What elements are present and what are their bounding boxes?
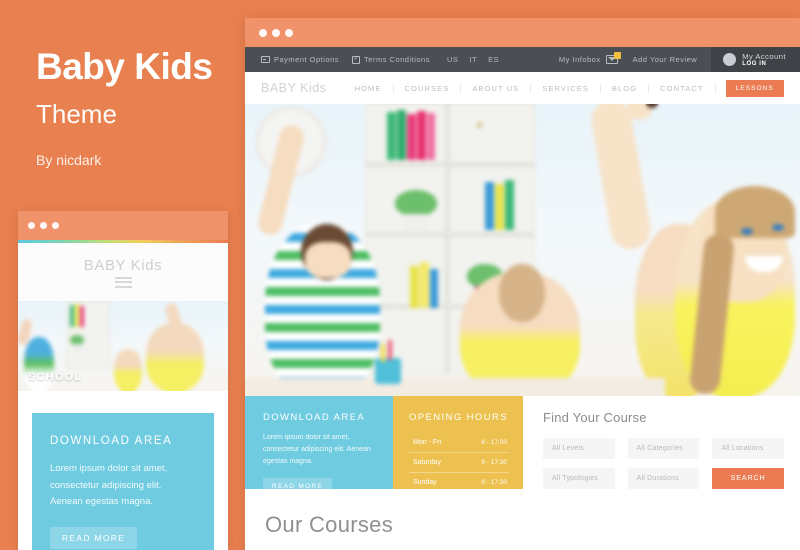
desktop-hero-photo — [245, 104, 800, 396]
utility-bar-right: My Infobox Add Your Review My Account LO… — [559, 47, 800, 72]
main-navigation: BABY Kids HOME COURSES ABOUT US SERVICES… — [245, 72, 800, 104]
hours-time: 8 - 17:00 — [481, 439, 507, 446]
mobile-logo[interactable]: BABY Kids — [84, 257, 163, 274]
locations-select[interactable]: All Locations — [712, 438, 784, 459]
hours-day: Saturday — [413, 459, 442, 466]
hours-time: 9 - 17:30 — [481, 479, 507, 486]
find-course-panel: Find Your Course All Levels All Categori… — [523, 396, 800, 489]
mobile-spacer — [18, 391, 228, 413]
levels-select[interactable]: All Levels — [543, 438, 615, 459]
credit-card-icon — [261, 56, 270, 63]
account-name-label: My Account — [742, 51, 786, 61]
desktop-titlebar — [245, 18, 800, 47]
maximize-dot-icon[interactable] — [285, 29, 293, 37]
minimize-dot-icon[interactable] — [272, 29, 280, 37]
terms-conditions-label: Terms Conditions — [364, 55, 430, 64]
mobile-preview-window: BABY Kids SCHOOL DOWNLOAD AREA Lorem ips… — [18, 211, 228, 550]
utility-bar-left: Payment Options Terms Conditions US IT E… — [261, 54, 499, 64]
logo-primary: BABY — [261, 81, 297, 95]
promo-subtitle: Theme — [36, 98, 117, 129]
durations-select[interactable]: All Durations — [627, 468, 700, 489]
find-course-form: All Levels All Categories All Locations … — [543, 438, 784, 489]
nav-item-home[interactable]: HOME — [344, 84, 393, 93]
payment-options-label: Payment Options — [274, 55, 340, 64]
promo-author: By nicdark — [36, 151, 102, 168]
hours-day: Mon - Fri — [413, 439, 441, 446]
mobile-titlebar — [18, 211, 228, 240]
close-dot-icon[interactable] — [28, 222, 35, 229]
desktop-window-controls[interactable] — [259, 29, 293, 37]
lang-es[interactable]: ES — [488, 55, 499, 64]
hamburger-menu-icon[interactable] — [114, 276, 132, 288]
mobile-download-text: Lorem ipsum dolor sit amet, consectetur … — [50, 463, 168, 508]
payment-options-link[interactable]: Payment Options — [261, 55, 339, 64]
mobile-download-title: DOWNLOAD AREA — [50, 435, 173, 447]
mobile-hero-photo: SCHOOL — [18, 301, 228, 391]
nav-menu: HOME COURSES ABOUT US SERVICES BLOG CONT… — [344, 79, 784, 97]
lang-us[interactable]: US — [447, 55, 458, 64]
hours-row: Mon - Fri 8 - 17:00 — [409, 433, 509, 453]
login-label: LOG IN — [742, 61, 767, 68]
desktop-preview-window: Payment Options Terms Conditions US IT E… — [245, 18, 800, 550]
mobile-download-area-card: DOWNLOAD AREA Lorem ipsum dolor sit amet… — [32, 413, 214, 550]
download-area-card: DOWNLOAD AREA Lorem ipsum dolor sit amet… — [245, 396, 393, 495]
download-title: DOWNLOAD AREA — [263, 412, 366, 423]
hours-day: Sunday — [413, 479, 437, 486]
maximize-dot-icon[interactable] — [52, 222, 59, 229]
nav-item-about-us[interactable]: ABOUT US — [461, 84, 530, 93]
categories-select[interactable]: All Categories — [627, 438, 700, 459]
info-row: DOWNLOAD AREA Lorem ipsum dolor sit amet… — [245, 396, 800, 495]
minimize-dot-icon[interactable] — [40, 222, 47, 229]
close-dot-icon[interactable] — [259, 29, 267, 37]
opening-hours-title: OPENING HOURS — [409, 412, 508, 423]
hours-row: Saturday 9 - 17:30 — [409, 453, 509, 473]
nav-item-contact[interactable]: CONTACT — [649, 84, 714, 93]
search-button[interactable]: SEARCH — [712, 468, 784, 489]
find-course-title: Find Your Course — [543, 410, 647, 425]
nav-item-services[interactable]: SERVICES — [531, 84, 600, 93]
download-read-more-button[interactable]: READ MORE — [263, 477, 333, 495]
mobile-window-controls[interactable] — [28, 222, 59, 229]
lessons-button[interactable]: LESSONS — [725, 79, 784, 97]
mail-icon — [605, 52, 621, 64]
typologies-select[interactable]: All Typologies — [543, 468, 615, 489]
language-switcher: US IT ES — [447, 55, 499, 64]
mobile-logo-primary: BABY — [83, 256, 126, 274]
terms-conditions-link[interactable]: Terms Conditions — [352, 54, 430, 64]
my-infobox-label: My Infobox — [558, 55, 601, 64]
opening-hours-list: Mon - Fri 8 - 17:00 Saturday 9 - 17:30 S… — [409, 433, 509, 492]
my-account-button[interactable]: My Account LOG IN — [711, 47, 800, 72]
opening-hours-card: OPENING HOURS Mon - Fri 8 - 17:00 Saturd… — [393, 396, 523, 489]
my-infobox-link[interactable]: My Infobox — [558, 52, 621, 64]
hours-row: Sunday 9 - 17:30 — [409, 473, 509, 492]
avatar — [723, 53, 737, 66]
checkbox-icon — [352, 54, 361, 64]
notification-badge-icon — [613, 52, 621, 59]
mobile-read-more-button[interactable]: READ MORE — [50, 526, 138, 549]
hours-time: 9 - 17:30 — [481, 459, 507, 466]
lang-it[interactable]: IT — [469, 55, 477, 64]
add-review-label: Add Your Review — [632, 55, 698, 64]
our-courses-heading: Our Courses — [265, 512, 394, 537]
mobile-photo-caption: SCHOOL — [28, 371, 83, 383]
nav-divider — [714, 83, 716, 93]
nav-item-courses[interactable]: COURSES — [394, 84, 461, 93]
mobile-logo-secondary: Kids — [130, 256, 163, 274]
utility-bar: Payment Options Terms Conditions US IT E… — [245, 47, 800, 72]
add-review-link[interactable]: Add Your Review — [633, 55, 698, 64]
logo-secondary: Kids — [300, 81, 327, 95]
promo-title: Baby Kids — [36, 46, 213, 87]
download-text: Lorem ipsum dolor sit amet, consectetur … — [263, 434, 371, 465]
nav-item-blog[interactable]: BLOG — [601, 84, 648, 93]
site-logo[interactable]: BABY Kids — [261, 81, 326, 95]
mobile-header: BABY Kids — [18, 243, 228, 301]
